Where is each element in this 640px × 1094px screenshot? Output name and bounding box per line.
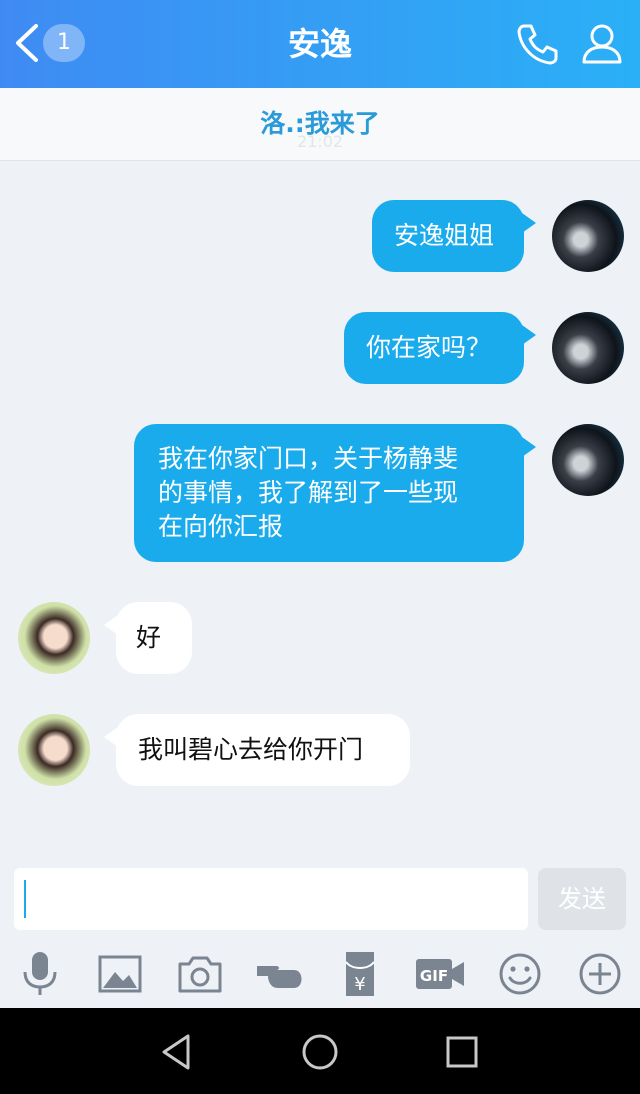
message-bubble-outgoing[interactable]: 安逸姐姐 — [372, 200, 524, 272]
avatar-self[interactable] — [552, 312, 624, 384]
image-icon[interactable] — [94, 948, 146, 1000]
message-bubble-outgoing[interactable]: 我在你家门口，关于杨静斐 的事情，我了解到了一些现 在向你汇报 — [134, 424, 524, 562]
send-button[interactable]: 发送 — [538, 868, 626, 930]
microphone-icon[interactable] — [14, 948, 66, 1000]
phone-icon[interactable] — [514, 20, 562, 68]
avatar-contact[interactable] — [18, 714, 90, 786]
message-line: 在向你汇报 — [158, 512, 284, 541]
message-line: 的事情，我了解到了一些现 — [158, 478, 459, 507]
back-nav-icon[interactable] — [158, 1032, 198, 1072]
message-bubble-outgoing[interactable]: 你在家吗？ — [344, 312, 524, 384]
chat-header: 1 安逸 — [0, 0, 640, 88]
message-line: 我在你家门口，关于杨静斐 — [158, 444, 459, 473]
gif-icon[interactable]: GIF — [414, 948, 466, 1000]
emoji-icon[interactable] — [494, 948, 546, 1000]
message-bubble-incoming[interactable]: 好 — [116, 602, 192, 674]
text-caret — [24, 880, 26, 918]
plus-icon[interactable] — [574, 948, 626, 1000]
bubble-tail — [522, 437, 536, 457]
recents-nav-icon[interactable] — [442, 1032, 482, 1072]
avatar-self[interactable] — [552, 424, 624, 496]
bubble-tail — [522, 213, 536, 233]
bubble-tail — [522, 325, 536, 345]
system-nav-bar — [0, 1008, 640, 1094]
red-packet-icon[interactable]: ¥ — [334, 948, 386, 1000]
home-nav-icon[interactable] — [300, 1032, 340, 1072]
chevron-left-icon[interactable] — [10, 20, 46, 66]
svg-text:GIF: GIF — [420, 967, 448, 985]
notice-time: 21:02 — [296, 132, 344, 151]
svg-text:¥: ¥ — [354, 974, 365, 995]
user-icon[interactable] — [578, 20, 626, 68]
avatar-self[interactable] — [552, 200, 624, 272]
poke-hand-icon[interactable] — [254, 948, 306, 1000]
camera-icon[interactable] — [174, 948, 226, 1000]
message-input[interactable] — [14, 868, 528, 930]
unread-badge[interactable]: 1 — [43, 24, 85, 62]
pinned-notice[interactable]: 洛.:我来了 21:02 — [0, 88, 640, 161]
avatar-contact[interactable] — [18, 602, 90, 674]
message-bubble-incoming[interactable]: 我叫碧心去给你开门 — [116, 714, 410, 786]
